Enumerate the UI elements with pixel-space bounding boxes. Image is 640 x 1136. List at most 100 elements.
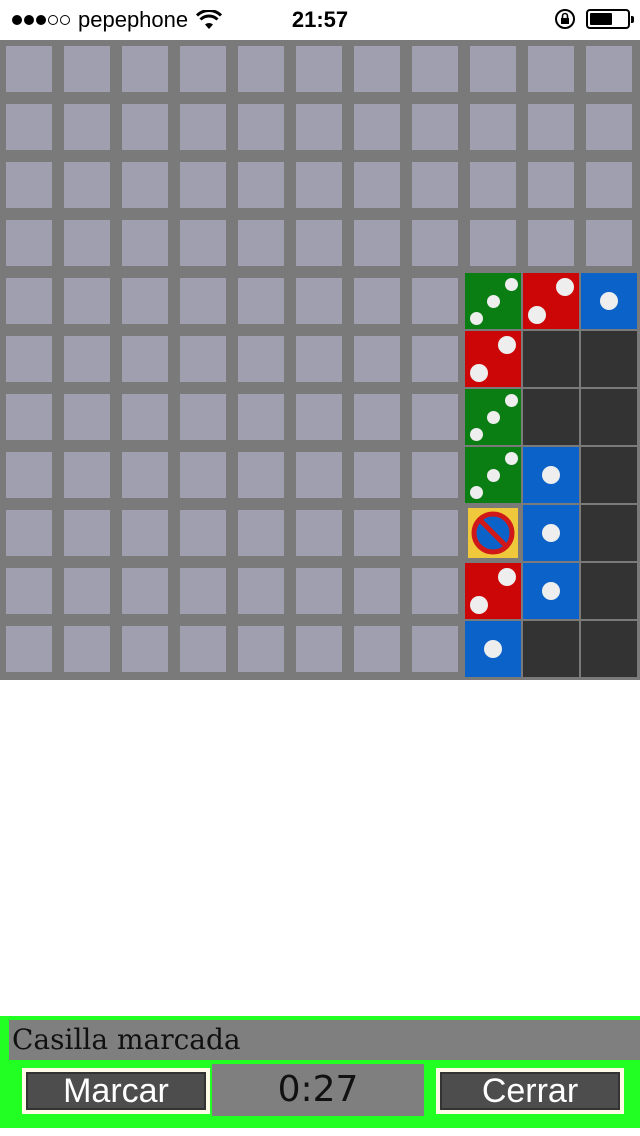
- board-cell-die-blue[interactable]: [522, 504, 580, 562]
- board-cell-empty[interactable]: [58, 388, 116, 446]
- board-cell-empty[interactable]: [232, 272, 290, 330]
- board-cell-empty[interactable]: [406, 330, 464, 388]
- board-cell-empty[interactable]: [174, 272, 232, 330]
- board-cell-empty[interactable]: [348, 214, 406, 272]
- board-cell-empty[interactable]: [0, 98, 58, 156]
- board-cell-empty[interactable]: [174, 504, 232, 562]
- board-cell-empty[interactable]: [406, 620, 464, 678]
- board-cell-empty[interactable]: [290, 330, 348, 388]
- board-cell-empty[interactable]: [58, 620, 116, 678]
- board-cell-empty[interactable]: [116, 98, 174, 156]
- board-cell-empty[interactable]: [348, 504, 406, 562]
- board-cell-empty[interactable]: [0, 562, 58, 620]
- board-cell-dark[interactable]: [580, 330, 638, 388]
- board-cell-empty[interactable]: [406, 562, 464, 620]
- board-cell-empty[interactable]: [464, 214, 522, 272]
- board-cell-dark[interactable]: [580, 446, 638, 504]
- close-button[interactable]: Cerrar: [436, 1068, 624, 1114]
- board-cell-dark[interactable]: [580, 504, 638, 562]
- board-cell-empty[interactable]: [348, 562, 406, 620]
- board-cell-empty[interactable]: [116, 562, 174, 620]
- board-cell-empty[interactable]: [290, 388, 348, 446]
- board-cell-empty[interactable]: [290, 620, 348, 678]
- board-cell-empty[interactable]: [116, 156, 174, 214]
- board-cell-dark[interactable]: [580, 620, 638, 678]
- board-cell-empty[interactable]: [290, 98, 348, 156]
- board-cell-empty[interactable]: [0, 214, 58, 272]
- board-cell-empty[interactable]: [406, 504, 464, 562]
- board-cell-empty[interactable]: [464, 98, 522, 156]
- board-cell-empty[interactable]: [348, 388, 406, 446]
- board-cell-die-blue[interactable]: [464, 620, 522, 678]
- board-cell-die-red[interactable]: [522, 272, 580, 330]
- board-cell-empty[interactable]: [116, 214, 174, 272]
- board-cell-empty[interactable]: [232, 620, 290, 678]
- board-cell-die-blue[interactable]: [522, 562, 580, 620]
- board-cell-empty[interactable]: [232, 388, 290, 446]
- board-cell-dark[interactable]: [522, 620, 580, 678]
- board-cell-empty[interactable]: [116, 330, 174, 388]
- board-cell-empty[interactable]: [290, 272, 348, 330]
- board-cell-die-red[interactable]: [464, 330, 522, 388]
- board-cell-empty[interactable]: [348, 620, 406, 678]
- board-cell-empty[interactable]: [174, 446, 232, 504]
- board-cell-empty[interactable]: [174, 98, 232, 156]
- board-cell-dark[interactable]: [580, 388, 638, 446]
- board-cell-empty[interactable]: [290, 504, 348, 562]
- board-cell-empty[interactable]: [522, 156, 580, 214]
- board-cell-empty[interactable]: [58, 562, 116, 620]
- board-cell-empty[interactable]: [522, 214, 580, 272]
- board-cell-empty[interactable]: [0, 272, 58, 330]
- board-cell-empty[interactable]: [0, 388, 58, 446]
- board-cell-empty[interactable]: [116, 620, 174, 678]
- board-cell-empty[interactable]: [406, 446, 464, 504]
- board-cell-empty[interactable]: [406, 98, 464, 156]
- board-cell-empty[interactable]: [232, 446, 290, 504]
- board-cell-empty[interactable]: [290, 446, 348, 504]
- board-cell-empty[interactable]: [232, 98, 290, 156]
- board-cell-empty[interactable]: [174, 156, 232, 214]
- board-cell-empty[interactable]: [290, 214, 348, 272]
- board-cell-empty[interactable]: [290, 562, 348, 620]
- board-cell-die-green[interactable]: [464, 388, 522, 446]
- board-cell-dark[interactable]: [522, 330, 580, 388]
- board-cell-empty[interactable]: [232, 214, 290, 272]
- board-cell-dark[interactable]: [522, 388, 580, 446]
- board-cell-empty[interactable]: [0, 156, 58, 214]
- board-cell-empty[interactable]: [0, 504, 58, 562]
- board-cell-empty[interactable]: [290, 40, 348, 98]
- board-cell-empty[interactable]: [406, 156, 464, 214]
- board-cell-die-green[interactable]: [464, 446, 522, 504]
- board-cell-empty[interactable]: [348, 156, 406, 214]
- board-cell-die-green[interactable]: [464, 272, 522, 330]
- game-board[interactable]: [0, 40, 640, 680]
- board-cell-empty[interactable]: [0, 620, 58, 678]
- board-cell-empty[interactable]: [522, 40, 580, 98]
- board-cell-empty[interactable]: [174, 562, 232, 620]
- board-cell-empty[interactable]: [174, 330, 232, 388]
- board-cell-empty[interactable]: [348, 98, 406, 156]
- board-cell-empty[interactable]: [116, 40, 174, 98]
- board-cell-empty[interactable]: [290, 156, 348, 214]
- board-cell-empty[interactable]: [116, 272, 174, 330]
- board-cell-empty[interactable]: [232, 156, 290, 214]
- board-cell-empty[interactable]: [58, 330, 116, 388]
- board-cell-empty[interactable]: [406, 272, 464, 330]
- board-cell-empty[interactable]: [174, 620, 232, 678]
- board-cell-empty[interactable]: [58, 40, 116, 98]
- board-cell-empty[interactable]: [58, 504, 116, 562]
- board-cell-empty[interactable]: [522, 98, 580, 156]
- board-cell-empty[interactable]: [232, 330, 290, 388]
- board-cell-empty[interactable]: [174, 388, 232, 446]
- board-cell-empty[interactable]: [580, 98, 638, 156]
- board-cell-empty[interactable]: [232, 40, 290, 98]
- board-cell-empty[interactable]: [232, 504, 290, 562]
- board-cell-empty[interactable]: [406, 388, 464, 446]
- board-cell-empty[interactable]: [348, 446, 406, 504]
- board-cell-empty[interactable]: [58, 272, 116, 330]
- board-cell-empty[interactable]: [116, 504, 174, 562]
- board-cell-empty[interactable]: [348, 40, 406, 98]
- mark-button[interactable]: Marcar: [22, 1068, 210, 1114]
- board-cell-empty[interactable]: [58, 446, 116, 504]
- board-cell-empty[interactable]: [58, 98, 116, 156]
